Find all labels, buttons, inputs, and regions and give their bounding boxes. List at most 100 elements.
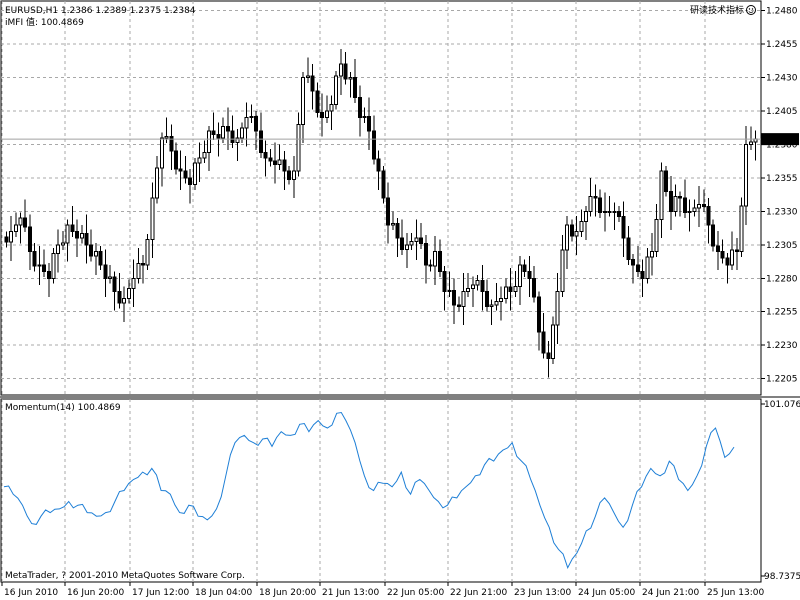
- candle: [343, 52, 348, 85]
- candle: [612, 202, 617, 231]
- candle: [225, 107, 230, 150]
- candle: [272, 142, 277, 184]
- candle: [122, 286, 127, 322]
- candle: [93, 242, 98, 275]
- candle: [32, 242, 37, 272]
- candle: [499, 286, 504, 321]
- candle: [51, 248, 56, 284]
- candle: [329, 95, 334, 130]
- x-tick-label: 18 Jun 20:00: [259, 588, 316, 598]
- candle: [320, 93, 325, 137]
- candle: [546, 341, 551, 378]
- price-y-tick-label: 1.2430: [766, 74, 798, 84]
- candle: [748, 126, 753, 150]
- chart-window[interactable]: 1.24801.24551.24301.24051.23801.23551.23…: [0, 0, 800, 600]
- symbol-header: EURUSD,H1 1.2386 1.2389 1.2375 1.2384: [5, 6, 196, 16]
- candle: [282, 151, 287, 190]
- candle: [211, 112, 216, 140]
- candle: [593, 184, 598, 217]
- candle: [560, 234, 565, 298]
- candle: [371, 115, 376, 165]
- candle: [626, 226, 631, 265]
- momentum-y-tick-label: 98.7375: [764, 572, 800, 582]
- candle: [518, 256, 523, 306]
- candle: [159, 132, 164, 187]
- x-tick-label: 22 Jun 05:00: [387, 588, 444, 598]
- candle: [635, 246, 640, 277]
- x-tick-label: 22 Jun 21:00: [450, 588, 507, 598]
- momentum-line: [3, 411, 735, 569]
- x-tick-label: 24 Jun 21:00: [642, 588, 699, 598]
- candle: [305, 57, 310, 83]
- candle: [659, 162, 664, 239]
- candle: [277, 144, 282, 170]
- price-y-tick-label: 1.2230: [766, 341, 798, 351]
- x-tick-label: 16 Jun 20:00: [67, 588, 124, 598]
- candle: [607, 195, 612, 217]
- candle: [579, 209, 584, 237]
- candle: [141, 254, 146, 284]
- candle: [692, 199, 697, 217]
- candle: [46, 262, 51, 298]
- candle: [503, 278, 508, 304]
- candle: [348, 72, 353, 98]
- price-y-tick-label: 1.2305: [766, 241, 798, 251]
- candle: [9, 216, 14, 261]
- price-y-tick-label: 1.2330: [766, 207, 798, 217]
- candle: [631, 254, 636, 284]
- indicator-badge[interactable]: 研读技术指标: [690, 4, 744, 16]
- candle: [616, 206, 621, 223]
- candle: [725, 252, 730, 284]
- candle: [13, 212, 18, 237]
- candle: [98, 246, 103, 271]
- candle: [739, 197, 744, 257]
- candle: [112, 271, 117, 311]
- candle: [65, 219, 70, 262]
- candle: [145, 234, 150, 271]
- candle: [169, 124, 174, 170]
- candle: [527, 256, 532, 298]
- candle: [268, 149, 273, 167]
- candle: [244, 102, 249, 147]
- candle: [249, 104, 254, 124]
- price-y-tick-label: 1.2355: [766, 174, 798, 184]
- candle: [466, 272, 471, 298]
- candle: [334, 70, 339, 110]
- price-y-tick-label: 1.2455: [766, 40, 798, 50]
- candle: [23, 199, 28, 233]
- candle: [475, 274, 480, 291]
- candle: [206, 125, 211, 172]
- candle: [551, 316, 556, 364]
- candle: [409, 232, 414, 251]
- candle: [150, 182, 155, 259]
- candle: [367, 97, 372, 150]
- candle: [27, 214, 32, 271]
- x-tick-label: 17 Jun 12:00: [132, 588, 189, 598]
- candle: [404, 232, 409, 269]
- mfi-label: iMFI 值: 100.4869: [5, 16, 84, 28]
- candle: [569, 219, 574, 242]
- candle: [508, 268, 513, 311]
- smiley-icon: [746, 5, 756, 15]
- x-tick-label: 18 Jun 04:00: [195, 588, 252, 598]
- candle: [640, 259, 645, 298]
- candle: [456, 296, 461, 312]
- candle: [470, 276, 475, 308]
- candle: [84, 214, 89, 264]
- candle: [117, 272, 122, 309]
- candle: [136, 248, 141, 284]
- candle: [353, 58, 358, 104]
- price-y-tick-label: 1.2480: [766, 7, 798, 17]
- copyright-footer: MetaTrader, ? 2001-2010 MetaQuotes Softw…: [5, 571, 245, 581]
- candle: [715, 230, 720, 271]
- last-price-label: 1.2384: [766, 135, 798, 145]
- candle: [649, 232, 654, 276]
- candle: [494, 282, 499, 311]
- momentum-panel[interactable]: 101.0763 98.7375: [0, 398, 800, 583]
- candle: [598, 189, 603, 219]
- candle: [192, 157, 197, 190]
- candle: [452, 278, 457, 324]
- price-y-tick-label: 1.2255: [766, 308, 798, 318]
- candle: [485, 279, 490, 312]
- price-panel[interactable]: 1.24801.24551.24301.24051.23801.23551.23…: [0, 0, 798, 396]
